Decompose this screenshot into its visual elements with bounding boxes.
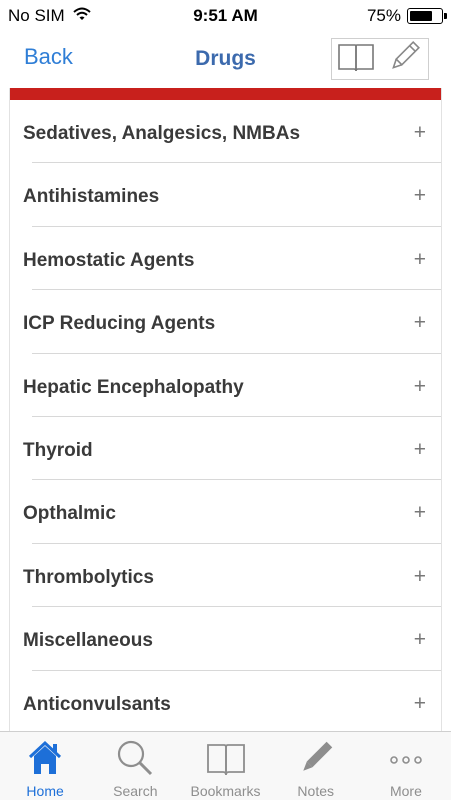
status-right: 75% xyxy=(366,6,447,26)
home-icon xyxy=(0,738,90,778)
more-icon xyxy=(361,738,451,778)
edit-button[interactable] xyxy=(380,39,428,79)
list-item[interactable]: Thrombolytics + xyxy=(10,544,441,608)
expand-icon[interactable]: + xyxy=(414,375,426,399)
list-item[interactable]: Hepatic Encephalopathy + xyxy=(10,354,441,417)
book-button[interactable] xyxy=(332,39,380,79)
tab-label: Home xyxy=(26,783,64,799)
battery-level xyxy=(410,11,432,21)
tab-bookmarks[interactable]: Bookmarks xyxy=(180,732,270,800)
expand-icon[interactable]: + xyxy=(414,121,426,145)
list-item-label: Hemostatic Agents xyxy=(23,249,195,271)
back-button[interactable]: Back xyxy=(24,44,73,70)
status-bar: No SIM 9:51 AM 75% xyxy=(0,0,451,30)
list-item[interactable]: ICP Reducing Agents + xyxy=(10,290,441,354)
search-icon xyxy=(90,738,180,778)
list-item[interactable]: Thyroid + xyxy=(10,417,441,481)
list-item-label: ICP Reducing Agents xyxy=(23,313,216,335)
expand-icon[interactable]: + xyxy=(414,565,426,589)
notes-icon xyxy=(271,738,361,778)
list-item-label: Miscellaneous xyxy=(23,630,153,652)
list-item[interactable]: Anticonvulsants + xyxy=(10,671,441,734)
list-item[interactable]: Miscellaneous + xyxy=(10,607,441,671)
tab-search[interactable]: Search xyxy=(90,732,180,800)
pencil-icon xyxy=(384,39,424,80)
list-item[interactable]: Opthalmic + xyxy=(10,480,441,544)
tab-label: Search xyxy=(113,783,158,799)
tab-bar: Home Search Bookmarks Notes More xyxy=(0,731,451,800)
list-item-label: Opthalmic xyxy=(23,503,116,525)
battery-icon xyxy=(407,8,447,24)
list-item-label: Sedatives, Analgesics, NMBAs xyxy=(23,123,301,144)
expand-icon[interactable]: + xyxy=(414,184,426,208)
navigation-bar: Back Drugs xyxy=(0,30,451,88)
expand-icon[interactable]: + xyxy=(414,311,426,335)
list-item-label: Thyroid xyxy=(23,439,93,461)
drug-category-list: Sedatives, Analgesics, NMBAs + Antihista… xyxy=(10,100,441,734)
list-item[interactable]: Antihistamines + xyxy=(10,163,441,227)
expand-icon[interactable]: + xyxy=(414,501,426,525)
list-item-label: Anticonvulsants xyxy=(23,693,171,715)
tab-home[interactable]: Home xyxy=(0,732,90,800)
expand-icon[interactable]: + xyxy=(414,248,426,272)
tab-label: Bookmarks xyxy=(190,783,261,799)
nav-action-group xyxy=(331,38,429,80)
tab-notes[interactable]: Notes xyxy=(271,732,361,800)
expand-icon[interactable]: + xyxy=(414,628,426,652)
book-icon xyxy=(336,41,376,78)
bookmarks-icon xyxy=(180,738,270,778)
list-item-label: Thrombolytics xyxy=(23,566,154,588)
list-item-label: Hepatic Encephalopathy xyxy=(23,376,244,398)
expand-icon[interactable]: + xyxy=(414,692,426,716)
expand-icon[interactable]: + xyxy=(414,438,426,462)
list-item[interactable]: Hemostatic Agents + xyxy=(10,227,441,291)
tab-more[interactable]: More xyxy=(361,732,451,800)
header-banner xyxy=(10,88,441,100)
list-item-label: Antihistamines xyxy=(23,186,160,208)
tab-label: More xyxy=(389,783,422,799)
list-item[interactable]: Sedatives, Analgesics, NMBAs + xyxy=(10,100,441,164)
battery-percent: 75% xyxy=(366,6,401,25)
tab-label: Notes xyxy=(297,783,334,799)
